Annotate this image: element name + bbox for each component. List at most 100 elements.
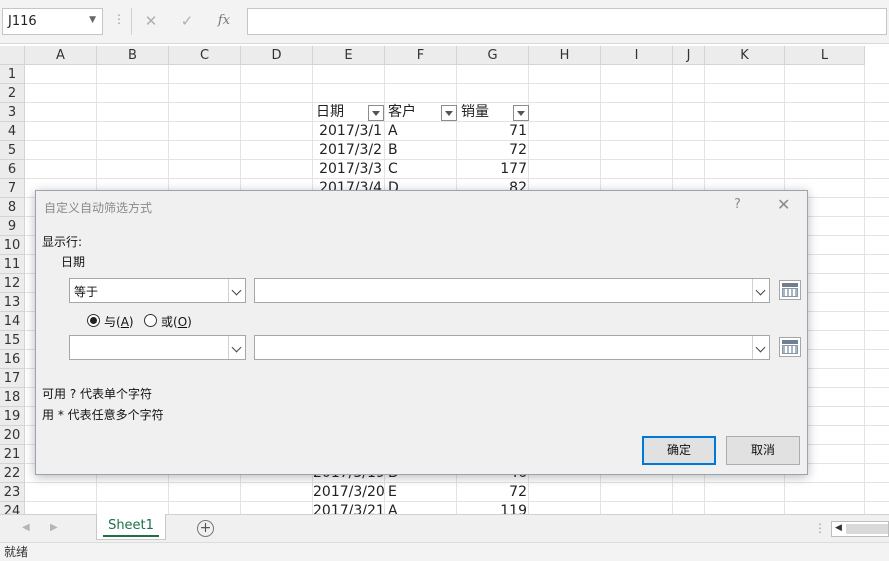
value1-combobox[interactable] <box>254 278 770 303</box>
chevron-down-icon[interactable] <box>228 336 245 359</box>
row-header-6[interactable]: 6 <box>0 160 25 179</box>
confirm-entry-icon[interactable]: ✓ <box>176 10 198 32</box>
scroll-tabs-left-icon[interactable]: ◀ <box>22 522 30 533</box>
row-header-13[interactable]: 13 <box>0 293 25 312</box>
calendar-header <box>782 340 798 344</box>
help-icon[interactable]: ? <box>734 197 741 212</box>
or-radio-label[interactable]: 或(O) <box>161 313 192 330</box>
row-header-14[interactable]: 14 <box>0 312 25 331</box>
column-header-f[interactable]: F <box>385 46 457 65</box>
row-header-20[interactable]: 20 <box>0 426 25 445</box>
row-header-12[interactable]: 12 <box>0 274 25 293</box>
row-header-23[interactable]: 23 <box>0 483 25 502</box>
scroll-tabs-right-icon[interactable]: ▶ <box>50 522 58 533</box>
operator1-select[interactable]: 等于 <box>69 278 246 303</box>
row-header-2[interactable]: 2 <box>0 84 25 103</box>
horizontal-scrollbar[interactable]: ◀ <box>831 521 889 537</box>
cell-customer[interactable]: C <box>385 160 458 179</box>
more-vertical-icon: ⋮ <box>113 12 125 26</box>
ok-button[interactable]: 确定 <box>642 436 716 465</box>
column-header-a[interactable]: A <box>25 46 97 65</box>
select-all-corner[interactable] <box>0 46 25 65</box>
row-header-7[interactable]: 7 <box>0 179 25 198</box>
row-header-22[interactable]: 22 <box>0 464 25 483</box>
column-header-b[interactable]: B <box>97 46 169 65</box>
column-header-h[interactable]: H <box>529 46 601 65</box>
calendar-icon[interactable] <box>779 280 801 300</box>
status-bar: 就绪 <box>0 542 889 561</box>
column-header-j[interactable]: J <box>673 46 705 65</box>
chevron-down-icon[interactable]: ▼ <box>89 15 96 25</box>
cell-date[interactable]: 2017/3/2 <box>313 141 385 160</box>
column-header-i[interactable]: I <box>601 46 673 65</box>
header-customer[interactable]: 客户 <box>385 103 440 122</box>
column-header-g[interactable]: G <box>457 46 529 65</box>
chevron-down-icon[interactable] <box>752 279 769 302</box>
cell-sales[interactable]: 71 <box>458 122 530 141</box>
calendar-icon[interactable] <box>779 337 801 357</box>
row-header-17[interactable]: 17 <box>0 369 25 388</box>
operator2-select[interactable] <box>69 335 246 360</box>
cell-customer[interactable]: E <box>385 483 458 502</box>
row-header-1[interactable]: 1 <box>0 65 25 84</box>
cell-sales[interactable]: 72 <box>458 483 530 502</box>
scrollbar-thumb[interactable] <box>846 524 888 534</box>
close-icon[interactable]: ✕ <box>777 195 790 214</box>
operator1-value: 等于 <box>74 285 99 299</box>
header-date[interactable]: 日期 <box>313 103 373 122</box>
row-header-19[interactable]: 19 <box>0 407 25 426</box>
column-header-e[interactable]: E <box>313 46 385 65</box>
row-header-15[interactable]: 15 <box>0 331 25 350</box>
column-header-k[interactable]: K <box>705 46 785 65</box>
row-header-11[interactable]: 11 <box>0 255 25 274</box>
row-header-18[interactable]: 18 <box>0 388 25 407</box>
name-box[interactable]: J116 ▼ <box>2 8 103 35</box>
filter-dropdown-customer[interactable] <box>441 105 457 121</box>
filter-dropdown-sales[interactable] <box>513 105 529 121</box>
custom-autofilter-dialog: 自定义自动筛选方式 ? ✕ 显示行: 日期 等于 与(A) 或(O) 可用 ? … <box>35 190 808 475</box>
excel-window: J116 ▼ ⋮ ✕ ✓ fx ABCDEFGHIJKL 1 2 3 4 5 6 7 8 9 10… <box>0 0 889 561</box>
or-radio[interactable] <box>144 314 157 327</box>
sheet-tab-sheet1[interactable]: Sheet1 <box>96 514 166 540</box>
cell-date[interactable]: 2017/3/21 <box>313 502 385 514</box>
add-sheet-icon[interactable]: + <box>197 520 214 537</box>
cancel-entry-icon[interactable]: ✕ <box>140 10 162 32</box>
calendar-grid <box>782 345 798 354</box>
row-header-16[interactable]: 16 <box>0 350 25 369</box>
value2-combobox[interactable] <box>254 335 770 360</box>
formula-input[interactable] <box>247 8 887 35</box>
column-header-l[interactable]: L <box>785 46 865 65</box>
scroll-left-icon[interactable]: ◀ <box>835 523 842 533</box>
or-accesskey: O <box>177 315 188 329</box>
row-header-24[interactable]: 24 <box>0 502 25 514</box>
and-radio[interactable] <box>87 314 100 327</box>
cell-customer[interactable]: A <box>385 502 458 514</box>
column-header-d[interactable]: D <box>241 46 313 65</box>
cell-sales[interactable]: 177 <box>458 160 530 179</box>
row-header-9[interactable]: 9 <box>0 217 25 236</box>
header-sales[interactable]: 销量 <box>458 103 508 122</box>
filter-dropdown-date[interactable] <box>368 105 384 121</box>
status-text: 就绪 <box>4 545 29 559</box>
cell-date[interactable]: 2017/3/3 <box>313 160 385 179</box>
row-header-21[interactable]: 21 <box>0 445 25 464</box>
cell-date[interactable]: 2017/3/1 <box>313 122 385 141</box>
row-header-5[interactable]: 5 <box>0 141 25 160</box>
cancel-button[interactable]: 取消 <box>726 436 800 465</box>
cell-customer[interactable]: A <box>385 122 458 141</box>
row-gridline <box>25 83 889 84</box>
row-header-10[interactable]: 10 <box>0 236 25 255</box>
cell-sales[interactable]: 72 <box>458 141 530 160</box>
cell-date[interactable]: 2017/3/20 <box>313 483 385 502</box>
cell-customer[interactable]: B <box>385 141 458 160</box>
insert-function-icon[interactable]: fx <box>213 10 235 32</box>
and-radio-label[interactable]: 与(A) <box>104 313 134 330</box>
row-header-4[interactable]: 4 <box>0 122 25 141</box>
chevron-down-icon[interactable] <box>228 279 245 302</box>
row-header-3[interactable]: 3 <box>0 103 25 122</box>
row-header-8[interactable]: 8 <box>0 198 25 217</box>
chevron-down-icon[interactable] <box>752 336 769 359</box>
cell-sales[interactable]: 119 <box>458 502 530 514</box>
column-header-c[interactable]: C <box>169 46 241 65</box>
calendar-grid <box>782 288 798 297</box>
